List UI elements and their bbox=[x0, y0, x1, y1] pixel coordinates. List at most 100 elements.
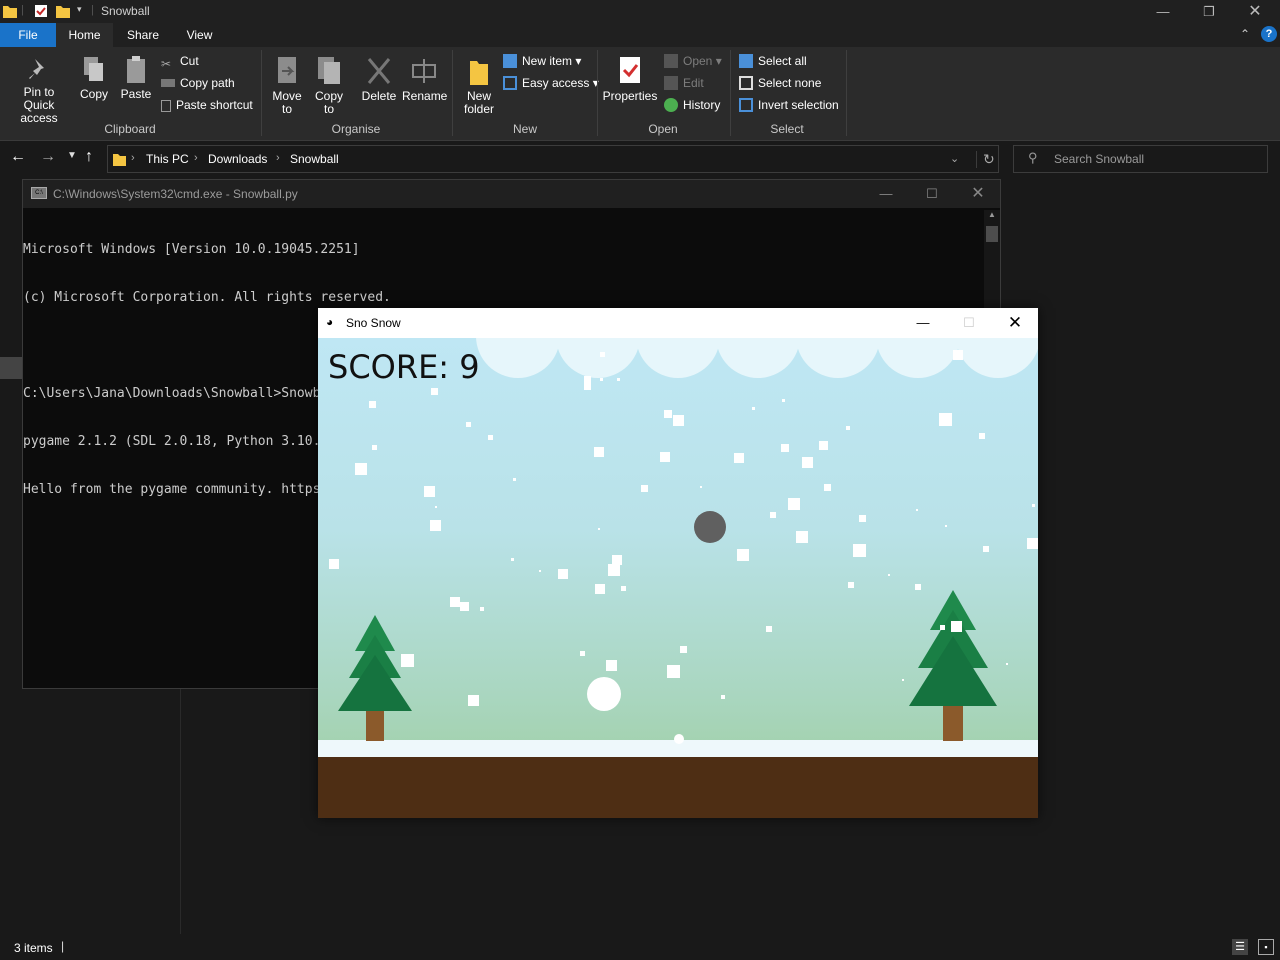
cmd-line: Microsoft Windows [Version 10.0.19045.22… bbox=[23, 242, 360, 257]
cut-label: Cut bbox=[180, 54, 199, 68]
tab-view[interactable]: View bbox=[173, 23, 226, 47]
select-none-button[interactable]: Select none bbox=[739, 74, 821, 92]
game-maximize-button[interactable]: ☐ bbox=[946, 308, 992, 338]
delete-icon bbox=[367, 58, 391, 84]
paste-shortcut-icon bbox=[161, 100, 171, 112]
breadcrumb-this-pc[interactable]: This PC bbox=[146, 152, 189, 166]
new-folder-label: New folder bbox=[463, 89, 495, 116]
group-separator bbox=[261, 50, 262, 136]
pin-label: Pin to Quick access bbox=[20, 85, 58, 125]
game-close-button[interactable]: ✕ bbox=[992, 308, 1038, 338]
help-icon[interactable]: ? bbox=[1261, 26, 1277, 42]
game-canvas[interactable]: SCORE: 9 bbox=[318, 338, 1038, 818]
chevron-right-icon: › bbox=[194, 152, 198, 164]
falling-rock bbox=[694, 511, 726, 543]
close-button[interactable]: ✕ bbox=[1232, 0, 1278, 23]
easy-access-button[interactable]: Easy access ▾ bbox=[503, 74, 599, 92]
cmd-icon: C:\ bbox=[31, 187, 47, 199]
open-button[interactable]: Open ▾ bbox=[664, 52, 722, 70]
properties-icon bbox=[620, 57, 640, 83]
group-separator bbox=[452, 50, 453, 136]
search-input[interactable]: Search Snowball bbox=[1054, 152, 1144, 166]
small-snowball bbox=[674, 734, 684, 744]
paste-icon bbox=[127, 56, 145, 83]
large-icons-view-icon[interactable]: ▪ bbox=[1258, 939, 1274, 955]
search-box[interactable]: ⚲ Search Snowball bbox=[1013, 145, 1268, 173]
rename-label: Rename bbox=[402, 89, 448, 103]
cmd-line: (c) Microsoft Corporation. All rights re… bbox=[23, 290, 391, 305]
properties-quick-icon[interactable] bbox=[34, 4, 48, 18]
game-title: Sno Snow bbox=[346, 316, 401, 330]
cut-button[interactable]: ✂ Cut bbox=[161, 52, 199, 71]
copy-icon bbox=[84, 57, 103, 81]
move-to-label: Move to bbox=[272, 89, 302, 116]
search-icon: ⚲ bbox=[1028, 150, 1038, 165]
rename-button[interactable]: Rename bbox=[402, 55, 448, 103]
tab-share[interactable]: Share bbox=[113, 23, 173, 47]
delete-label: Delete bbox=[361, 89, 397, 103]
cmd-minimize-button[interactable]: — bbox=[863, 180, 909, 208]
properties-label: Properties bbox=[602, 89, 658, 103]
paste-button[interactable]: Paste bbox=[119, 55, 153, 101]
new-item-button[interactable]: New item ▾ bbox=[503, 52, 581, 70]
invert-selection-button[interactable]: Invert selection bbox=[739, 96, 839, 114]
cmd-close-button[interactable]: ✕ bbox=[955, 180, 1001, 208]
cmd-title-bar: C:\ C:\Windows\System32\cmd.exe - Snowba… bbox=[23, 180, 1000, 208]
new-folder-quick-icon[interactable] bbox=[56, 4, 70, 18]
nav-pane-selected-item[interactable] bbox=[0, 357, 22, 379]
pin-to-quick-access-button[interactable]: Pin to Quick access bbox=[4, 57, 74, 125]
edit-button[interactable]: Edit bbox=[664, 74, 704, 92]
breadcrumb-downloads[interactable]: Downloads bbox=[208, 152, 267, 166]
game-window: ◕ Sno Snow — ☐ ✕ SCORE: 9 bbox=[318, 308, 1038, 818]
game-scene bbox=[318, 338, 1038, 818]
game-minimize-button[interactable]: — bbox=[900, 308, 946, 338]
up-arrow-icon[interactable]: ↑ bbox=[85, 148, 93, 166]
ribbon: Pin to Quick access Copy Paste ✂ Cut Copy… bbox=[0, 47, 1280, 141]
select-all-icon bbox=[739, 54, 753, 68]
breadcrumb-snowball[interactable]: Snowball bbox=[290, 152, 339, 166]
chevron-right-icon: › bbox=[276, 152, 280, 164]
tab-home[interactable]: Home bbox=[56, 23, 113, 47]
chevron-down-icon[interactable]: ⌄ bbox=[950, 152, 959, 165]
copy-button[interactable]: Copy bbox=[78, 55, 110, 101]
pin-icon bbox=[29, 59, 44, 79]
select-all-button[interactable]: Select all bbox=[739, 52, 807, 70]
scroll-thumb[interactable] bbox=[986, 226, 998, 242]
move-to-button[interactable]: Move to bbox=[268, 55, 306, 116]
ribbon-tabs: File Home Share View ⌃ ? bbox=[0, 23, 1280, 47]
history-label: History bbox=[683, 98, 721, 112]
address-bar[interactable]: › This PC › Downloads › Snowball ⌄ ↻ bbox=[107, 145, 999, 173]
easy-access-label: Easy access bbox=[522, 76, 590, 90]
recent-locations-icon[interactable]: ▼ bbox=[67, 150, 77, 161]
collapse-ribbon-icon[interactable]: ⌃ bbox=[1240, 27, 1250, 41]
divider: | bbox=[91, 4, 94, 16]
copy-to-button[interactable]: Copy to bbox=[310, 55, 348, 116]
refresh-icon[interactable]: ↻ bbox=[976, 151, 995, 168]
select-none-label: Select none bbox=[758, 76, 822, 90]
forward-arrow-icon[interactable]: → bbox=[40, 148, 56, 166]
customize-quick-access-icon[interactable]: ▾ bbox=[77, 4, 82, 18]
folder-icon bbox=[3, 6, 17, 18]
window-title: Snowball bbox=[101, 4, 150, 18]
properties-button[interactable]: Properties bbox=[602, 55, 658, 103]
new-folder-button[interactable]: New folder bbox=[458, 55, 500, 116]
paste-shortcut-button[interactable]: Paste shortcut bbox=[161, 96, 253, 114]
copy-path-button[interactable]: Copy path bbox=[161, 74, 235, 92]
minimize-button[interactable]: — bbox=[1140, 0, 1186, 23]
tab-file[interactable]: File bbox=[0, 23, 56, 47]
chevron-right-icon: › bbox=[131, 152, 135, 164]
back-arrow-icon[interactable]: ← bbox=[10, 148, 26, 166]
restore-button[interactable]: ❐ bbox=[1186, 0, 1232, 23]
nav-pane-divider bbox=[180, 689, 181, 934]
history-icon bbox=[664, 98, 678, 112]
status-bar: 3 items | ☰ ▪ bbox=[0, 935, 1280, 960]
details-view-icon[interactable]: ☰ bbox=[1232, 939, 1248, 955]
game-title-bar: ◕ Sno Snow — ☐ ✕ bbox=[318, 308, 1038, 338]
history-button[interactable]: History bbox=[664, 96, 720, 114]
scroll-up-icon[interactable]: ▲ bbox=[988, 210, 996, 219]
organise-group-label: Organise bbox=[331, 122, 381, 136]
delete-button[interactable]: Delete bbox=[360, 55, 398, 103]
cmd-maximize-button[interactable]: ☐ bbox=[909, 180, 955, 208]
folder-icon bbox=[113, 154, 126, 166]
player-snowball bbox=[587, 677, 621, 711]
